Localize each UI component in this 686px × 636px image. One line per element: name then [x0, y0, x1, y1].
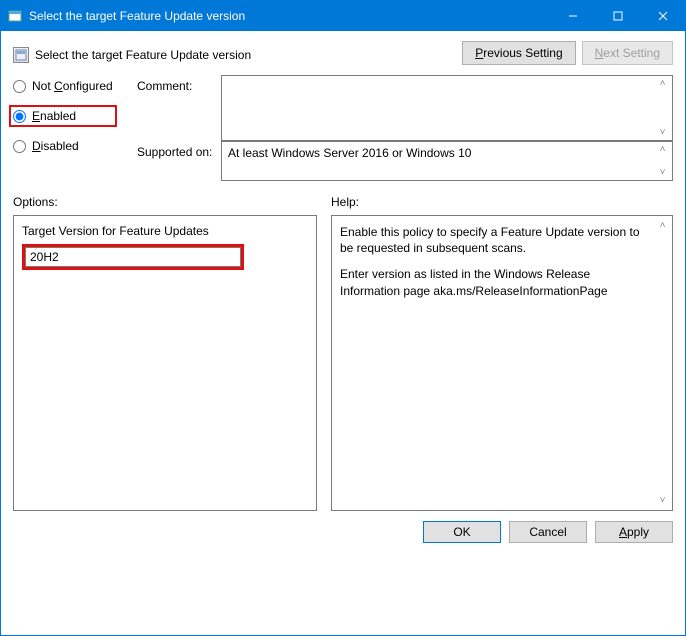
radio-disabled-input[interactable]: [13, 140, 26, 153]
previous-setting-button[interactable]: Previous Setting: [462, 41, 575, 65]
options-pane: Target Version for Feature Updates: [13, 215, 317, 511]
maximize-button[interactable]: [595, 1, 640, 31]
minimize-button[interactable]: [550, 1, 595, 31]
radio-not-configured[interactable]: Not Configured: [13, 79, 133, 93]
help-label: Help:: [331, 195, 359, 209]
window-title: Select the target Feature Update version: [29, 9, 550, 23]
comment-textarea[interactable]: ˄ ˅: [221, 75, 673, 141]
supported-on-box: At least Windows Server 2016 or Windows …: [221, 141, 673, 181]
app-icon: [7, 8, 23, 24]
radio-enabled-input[interactable]: [13, 110, 26, 123]
enabled-highlight: Enabled: [9, 105, 117, 127]
scroll-up-icon[interactable]: ˄: [655, 78, 670, 89]
option-label: Target Version for Feature Updates: [22, 224, 308, 238]
option-highlight: [22, 244, 244, 270]
scroll-down-icon[interactable]: ˅: [655, 495, 670, 506]
help-pane: Enable this policy to specify a Feature …: [331, 215, 673, 511]
ok-button[interactable]: OK: [423, 521, 501, 543]
target-version-input[interactable]: [25, 247, 241, 267]
scroll-up-icon[interactable]: ˄: [655, 220, 670, 231]
scroll-down-icon[interactable]: ˅: [655, 127, 670, 138]
close-button[interactable]: [640, 1, 685, 31]
policy-icon: [13, 47, 29, 63]
help-text-1: Enable this policy to specify a Feature …: [340, 224, 652, 256]
policy-heading: Select the target Feature Update version: [35, 48, 251, 62]
radio-disabled[interactable]: Disabled: [13, 139, 133, 153]
titlebar: Select the target Feature Update version: [1, 1, 685, 31]
options-label: Options:: [13, 195, 331, 209]
scroll-up-icon[interactable]: ˄: [655, 144, 670, 155]
supported-on-text: At least Windows Server 2016 or Windows …: [228, 146, 471, 160]
cancel-button[interactable]: Cancel: [509, 521, 587, 543]
comment-label: Comment:: [137, 75, 217, 141]
radio-not-configured-input[interactable]: [13, 80, 26, 93]
scroll-down-icon[interactable]: ˅: [655, 167, 670, 178]
help-text-2: Enter version as listed in the Windows R…: [340, 266, 652, 298]
next-setting-button: Next Setting: [582, 41, 673, 65]
apply-button[interactable]: Apply: [595, 521, 673, 543]
supported-label: Supported on:: [137, 141, 217, 181]
radio-enabled[interactable]: Enabled: [13, 109, 107, 123]
